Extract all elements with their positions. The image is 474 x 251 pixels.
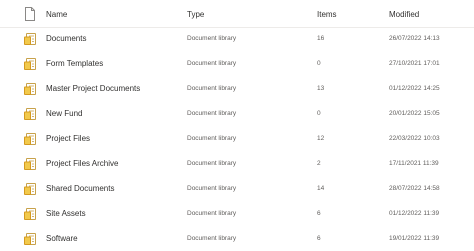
item-count: 16 (317, 35, 325, 42)
modified-date: 27/10/2021 17:01 (389, 60, 440, 67)
table-row[interactable]: Documents Document library 16 26/07/2022… (0, 27, 474, 52)
modified-date: 20/01/2022 15:05 (389, 110, 440, 117)
library-type: Document library (187, 185, 237, 192)
document-library-icon (24, 207, 38, 223)
item-count: 14 (317, 185, 325, 192)
library-list: Name Type Items Modified Documents Docum… (0, 0, 474, 251)
column-header-items[interactable]: Items (317, 10, 337, 19)
item-count: 2 (317, 160, 321, 167)
document-library-icon (24, 57, 38, 73)
library-type: Document library (187, 35, 237, 42)
item-count: 6 (317, 235, 321, 242)
document-library-icon (24, 157, 38, 173)
document-library-icon (24, 32, 38, 48)
column-header-modified[interactable]: Modified (389, 10, 419, 19)
table-row[interactable]: Master Project Documents Document librar… (0, 77, 474, 102)
library-name[interactable]: New Fund (46, 109, 82, 118)
modified-date: 28/07/2022 14:58 (389, 185, 440, 192)
library-name[interactable]: Form Templates (46, 59, 103, 68)
table-row[interactable]: New Fund Document library 0 20/01/2022 1… (0, 102, 474, 127)
item-count: 6 (317, 210, 321, 217)
library-name[interactable]: Documents (46, 34, 86, 43)
item-count: 12 (317, 135, 325, 142)
table-row[interactable]: Project Files Archive Document library 2… (0, 152, 474, 177)
document-library-icon (24, 82, 38, 98)
library-name[interactable]: Site Assets (46, 209, 86, 218)
document-library-icon (24, 232, 38, 248)
modified-date: 19/01/2022 11:39 (389, 235, 440, 242)
item-count: 13 (317, 85, 325, 92)
library-type: Document library (187, 85, 237, 92)
modified-date: 22/03/2022 10:03 (389, 135, 440, 142)
table-row[interactable]: Form Templates Document library 0 27/10/… (0, 52, 474, 77)
library-type: Document library (187, 60, 237, 67)
library-type: Document library (187, 210, 237, 217)
item-count: 0 (317, 110, 321, 117)
table-row[interactable]: Site Assets Document library 6 01/12/202… (0, 202, 474, 227)
modified-date: 26/07/2022 14:13 (389, 35, 440, 42)
library-name[interactable]: Project Files Archive (46, 159, 118, 168)
table-row[interactable]: Shared Documents Document library 14 28/… (0, 177, 474, 202)
library-type: Document library (187, 110, 237, 117)
column-header-name[interactable]: Name (46, 10, 67, 19)
modified-date: 01/12/2022 11:39 (389, 210, 440, 217)
modified-date: 17/11/2021 11:39 (389, 160, 439, 167)
table-row[interactable]: Software Document library 6 19/01/2022 1… (0, 227, 474, 251)
file-type-icon[interactable] (24, 7, 38, 23)
modified-date: 01/12/2022 14:25 (389, 85, 440, 92)
list-header: Name Type Items Modified (0, 2, 474, 28)
library-type: Document library (187, 160, 237, 167)
item-count: 0 (317, 60, 321, 67)
library-name[interactable]: Project Files (46, 134, 90, 143)
library-name[interactable]: Shared Documents (46, 184, 114, 193)
document-library-icon (24, 107, 38, 123)
document-library-icon (24, 132, 38, 148)
document-library-icon (24, 182, 38, 198)
table-row[interactable]: Project Files Document library 12 22/03/… (0, 127, 474, 152)
library-name[interactable]: Master Project Documents (46, 84, 140, 93)
library-type: Document library (187, 235, 237, 242)
column-header-type[interactable]: Type (187, 10, 204, 19)
library-type: Document library (187, 135, 237, 142)
library-name[interactable]: Software (46, 234, 78, 243)
